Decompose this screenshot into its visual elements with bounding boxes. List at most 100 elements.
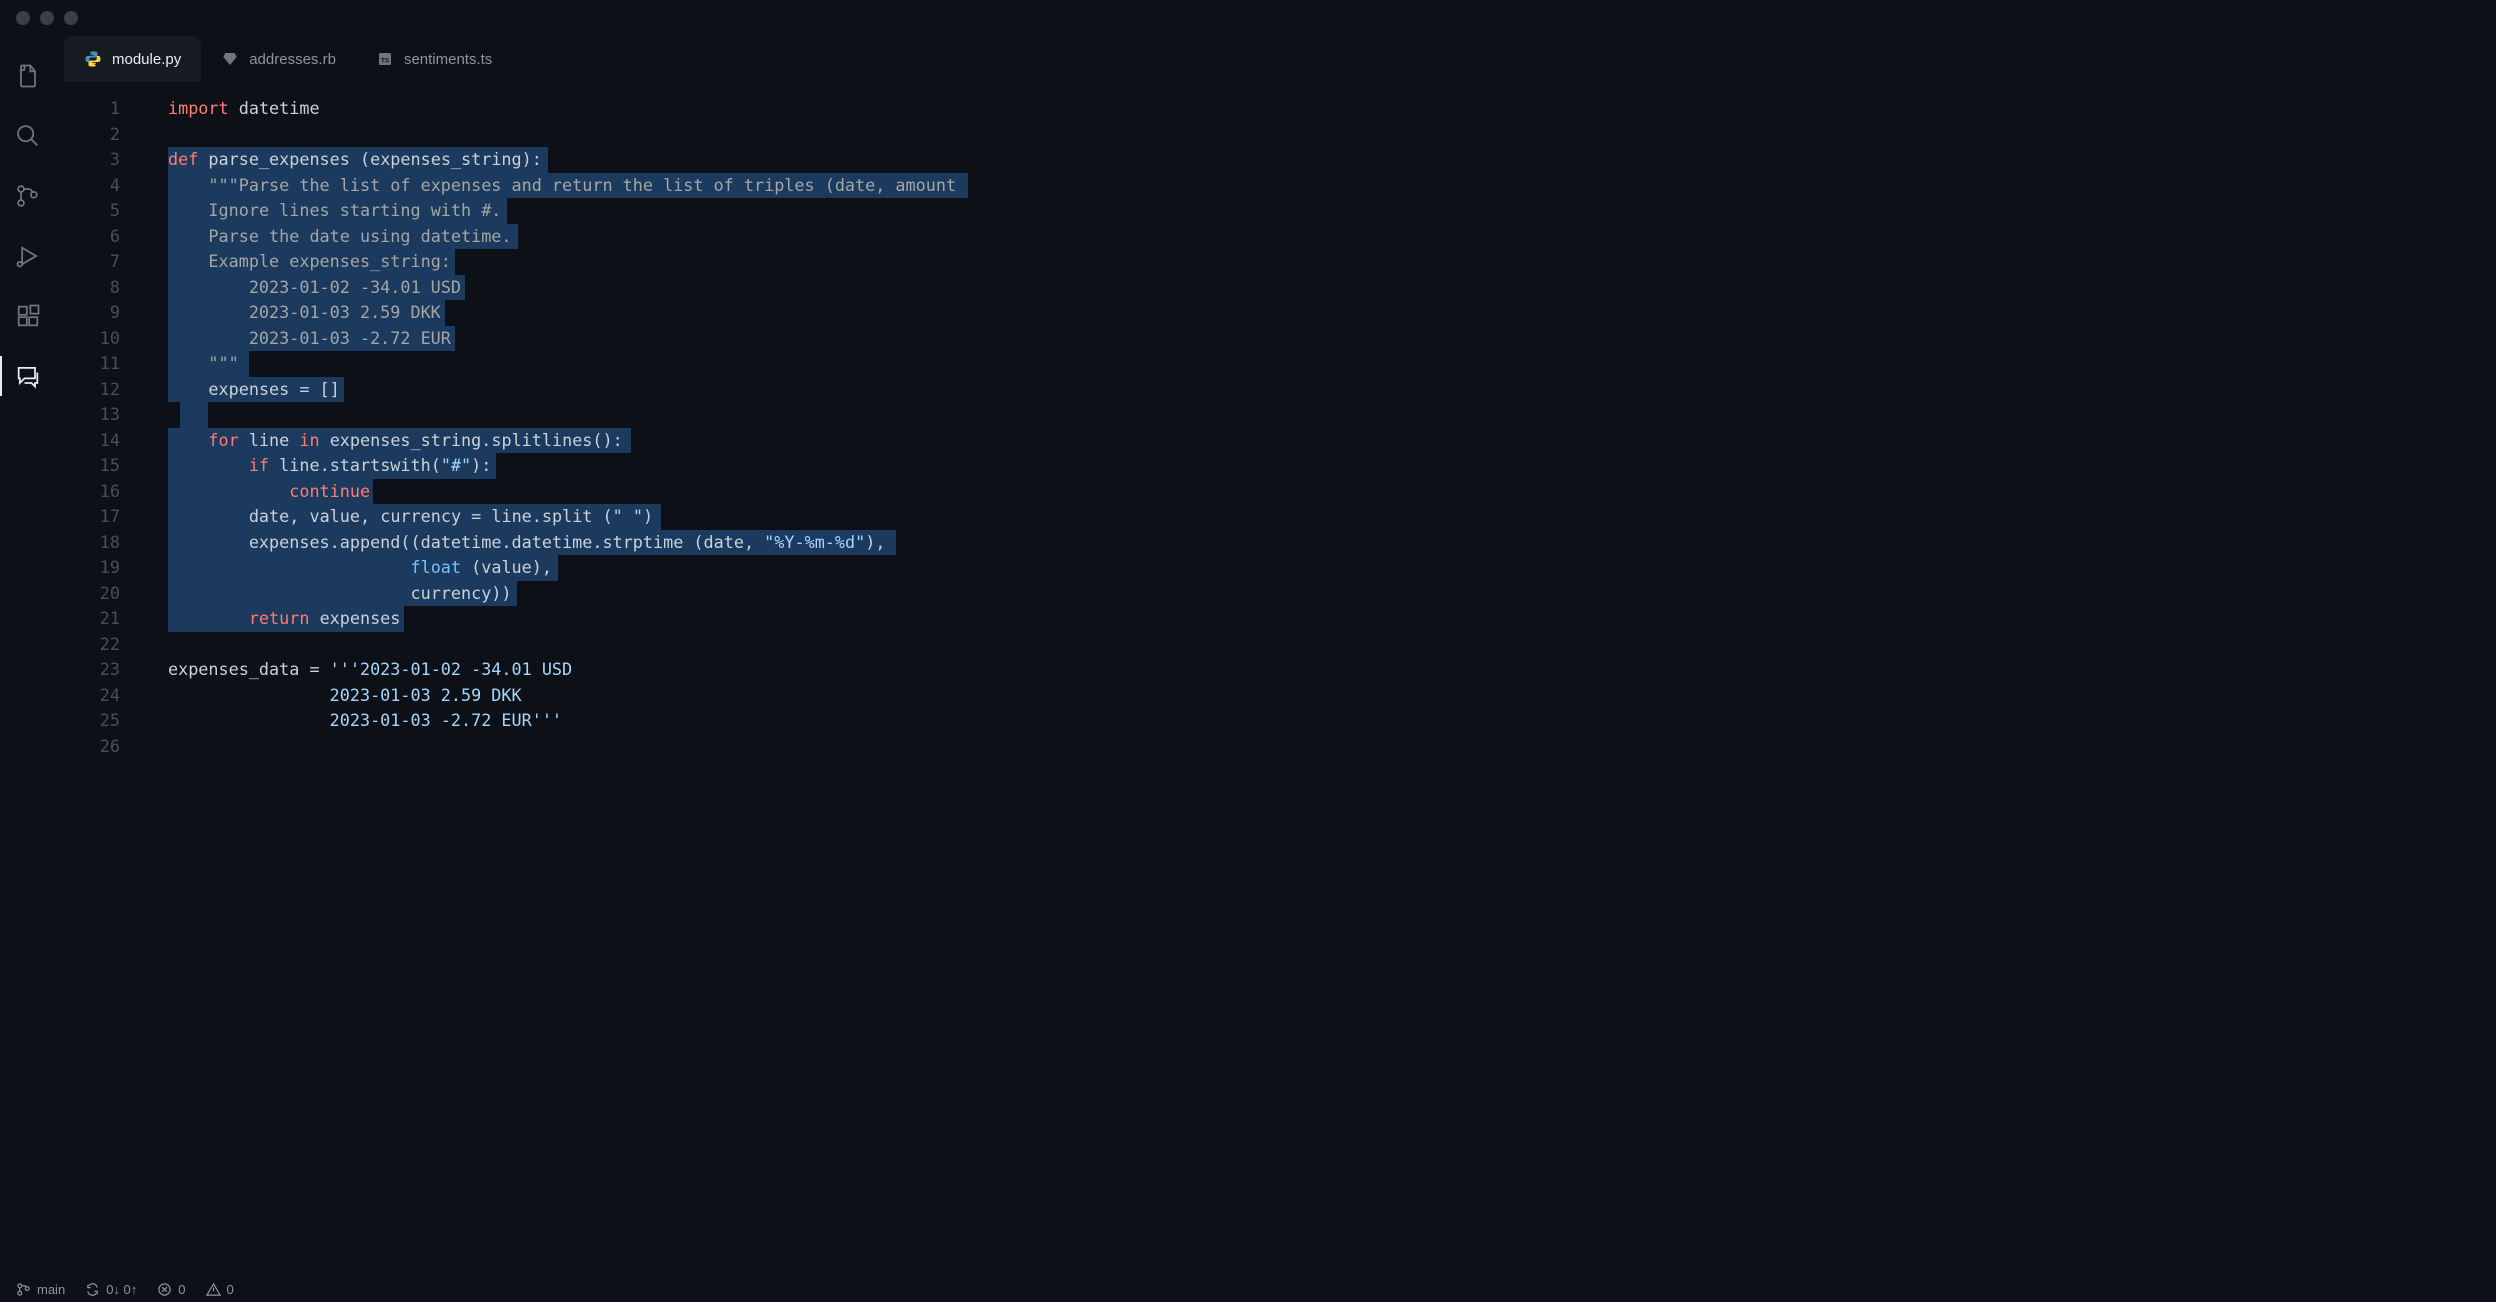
code-content[interactable]	[152, 734, 168, 760]
code-content[interactable]	[152, 122, 168, 148]
line-number: 8	[56, 275, 152, 301]
code-content[interactable]: """Parse the list of expenses and return…	[152, 173, 956, 199]
line-number: 2	[56, 122, 152, 148]
code-content[interactable]: Parse the date using datetime.	[152, 224, 512, 250]
python-icon	[84, 50, 102, 68]
code-editor[interactable]: 1import datetime23def parse_expenses (ex…	[56, 82, 2496, 1276]
explorer-icon[interactable]	[12, 60, 44, 92]
sync-indicator[interactable]: 0↓ 0↑	[85, 1282, 137, 1297]
error-count: 0	[178, 1282, 185, 1297]
code-line[interactable]: 13	[56, 402, 2496, 428]
code-content[interactable]: if line.startswith("#"):	[152, 453, 491, 479]
search-icon[interactable]	[12, 120, 44, 152]
line-number: 26	[56, 734, 152, 760]
code-line[interactable]: 4 """Parse the list of expenses and retu…	[56, 173, 2496, 199]
code-content[interactable]	[152, 632, 168, 658]
code-content[interactable]: """	[152, 351, 239, 377]
code-line[interactable]: 11 """	[56, 351, 2496, 377]
line-number: 13	[56, 402, 152, 428]
code-content[interactable]: expenses_data = '''2023-01-02 -34.01 USD	[152, 657, 572, 683]
code-content[interactable]: float (value),	[152, 555, 552, 581]
line-number: 21	[56, 606, 152, 632]
minimize-icon[interactable]	[40, 11, 54, 25]
chat-icon[interactable]	[12, 360, 44, 392]
run-debug-icon[interactable]	[12, 240, 44, 272]
code-line[interactable]: 7 Example expenses_string:	[56, 249, 2496, 275]
code-line[interactable]: 1import datetime	[56, 96, 2496, 122]
line-number: 22	[56, 632, 152, 658]
code-content[interactable]: 2023-01-03 2.59 DKK	[152, 300, 441, 326]
code-line[interactable]: 6 Parse the date using datetime.	[56, 224, 2496, 250]
line-number: 23	[56, 657, 152, 683]
code-line[interactable]: 3def parse_expenses (expenses_string):	[56, 147, 2496, 173]
code-line[interactable]: 18 expenses.append((datetime.datetime.st…	[56, 530, 2496, 556]
code-line[interactable]: 2	[56, 122, 2496, 148]
code-line[interactable]: 23expenses_data = '''2023-01-02 -34.01 U…	[56, 657, 2496, 683]
code-line[interactable]: 19 float (value),	[56, 555, 2496, 581]
code-line[interactable]: 8 2023-01-02 -34.01 USD	[56, 275, 2496, 301]
code-content[interactable]: 2023-01-03 2.59 DKK	[152, 683, 522, 709]
maximize-icon[interactable]	[64, 11, 78, 25]
code-line[interactable]: 21 return expenses	[56, 606, 2496, 632]
selection-highlight	[180, 402, 208, 428]
code-line[interactable]: 12 expenses = []	[56, 377, 2496, 403]
code-line[interactable]: 14 for line in expenses_string.splitline…	[56, 428, 2496, 454]
branch-name: main	[37, 1282, 65, 1297]
code-line[interactable]: 26	[56, 734, 2496, 760]
code-line[interactable]: 22	[56, 632, 2496, 658]
code-line[interactable]: 9 2023-01-03 2.59 DKK	[56, 300, 2496, 326]
code-content[interactable]: date, value, currency = line.split (" ")	[152, 504, 653, 530]
line-number: 15	[56, 453, 152, 479]
code-content[interactable]: Example expenses_string:	[152, 249, 451, 275]
code-content[interactable]	[152, 402, 168, 428]
code-content[interactable]: continue	[152, 479, 370, 505]
line-number: 12	[56, 377, 152, 403]
line-number: 9	[56, 300, 152, 326]
ruby-icon	[221, 50, 239, 68]
code-line[interactable]: 10 2023-01-03 -2.72 EUR	[56, 326, 2496, 352]
warning-count: 0	[227, 1282, 234, 1297]
tab-label: module.py	[112, 51, 181, 68]
code-content[interactable]: def parse_expenses (expenses_string):	[152, 147, 542, 173]
code-line[interactable]: 20 currency))	[56, 581, 2496, 607]
tab-label: addresses.rb	[249, 51, 336, 68]
line-number: 1	[56, 96, 152, 122]
status-bar: main 0↓ 0↑ 0 0	[0, 1276, 2496, 1302]
activity-bar	[0, 36, 56, 1276]
code-line[interactable]: 25 2023-01-03 -2.72 EUR'''	[56, 708, 2496, 734]
close-icon[interactable]	[16, 11, 30, 25]
code-content[interactable]: for line in expenses_string.splitlines()…	[152, 428, 623, 454]
line-number: 20	[56, 581, 152, 607]
extensions-icon[interactable]	[12, 300, 44, 332]
errors-indicator[interactable]: 0	[157, 1282, 185, 1297]
tab-module-py[interactable]: module.py	[64, 36, 201, 82]
code-content[interactable]: 2023-01-03 -2.72 EUR'''	[152, 708, 562, 734]
code-content[interactable]: currency))	[152, 581, 512, 607]
tab-sentiments-ts[interactable]: TSsentiments.ts	[356, 36, 512, 82]
code-content[interactable]: Ignore lines starting with #.	[152, 198, 501, 224]
code-content[interactable]: expenses.append((datetime.datetime.strpt…	[152, 530, 885, 556]
tab-label: sentiments.ts	[404, 51, 492, 68]
code-content[interactable]: 2023-01-02 -34.01 USD	[152, 275, 461, 301]
code-content[interactable]: return expenses	[152, 606, 400, 632]
code-content[interactable]: expenses = []	[152, 377, 340, 403]
line-number: 16	[56, 479, 152, 505]
line-number: 11	[56, 351, 152, 377]
line-number: 5	[56, 198, 152, 224]
code-content[interactable]: import datetime	[152, 96, 320, 122]
line-number: 7	[56, 249, 152, 275]
window-controls	[16, 11, 78, 25]
line-number: 14	[56, 428, 152, 454]
tab-addresses-rb[interactable]: addresses.rb	[201, 36, 356, 82]
source-control-icon[interactable]	[12, 180, 44, 212]
code-line[interactable]: 15 if line.startswith("#"):	[56, 453, 2496, 479]
line-number: 18	[56, 530, 152, 556]
code-line[interactable]: 5 Ignore lines starting with #.	[56, 198, 2496, 224]
branch-indicator[interactable]: main	[16, 1282, 65, 1297]
line-number: 10	[56, 326, 152, 352]
code-line[interactable]: 24 2023-01-03 2.59 DKK	[56, 683, 2496, 709]
code-line[interactable]: 16 continue	[56, 479, 2496, 505]
warnings-indicator[interactable]: 0	[206, 1282, 234, 1297]
code-content[interactable]: 2023-01-03 -2.72 EUR	[152, 326, 451, 352]
code-line[interactable]: 17 date, value, currency = line.split ("…	[56, 504, 2496, 530]
